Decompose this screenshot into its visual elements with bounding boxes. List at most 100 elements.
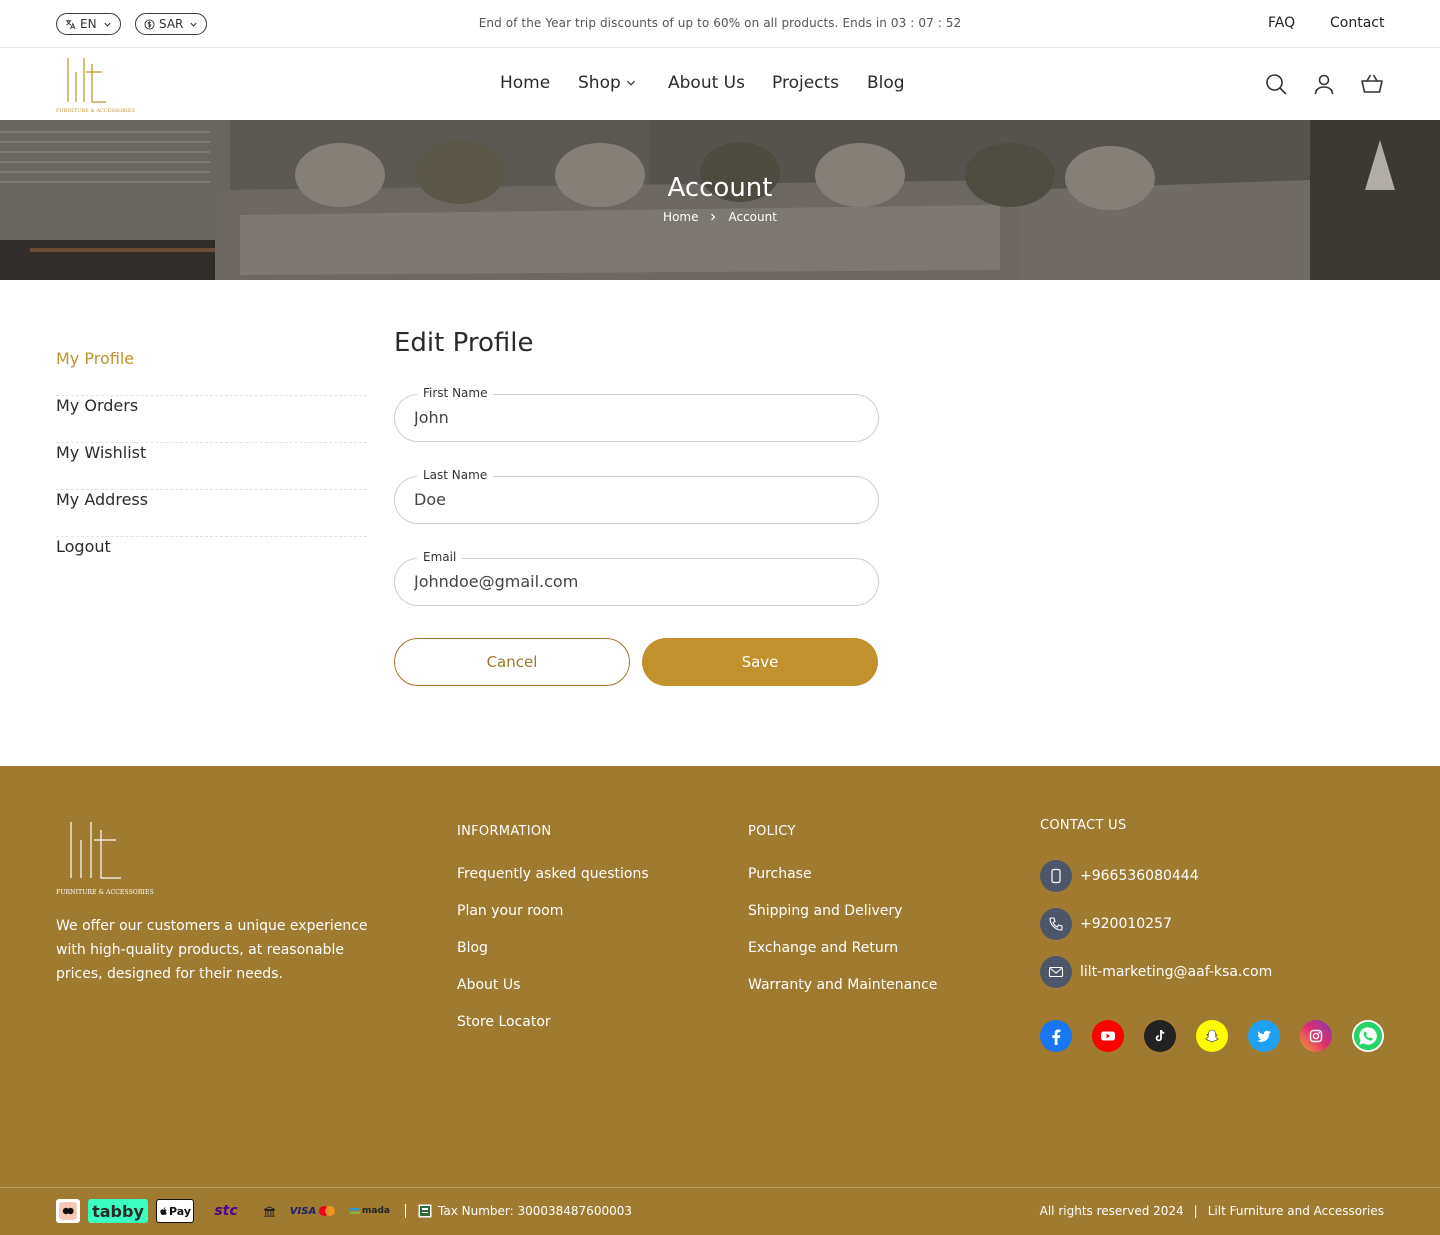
top-bar: EN SAR End of the Year trip discounts of… bbox=[0, 0, 1440, 48]
applepay-label: Pay bbox=[168, 1204, 192, 1218]
policy-heading: POLICY bbox=[748, 824, 796, 839]
nav-projects-label: Projects bbox=[772, 73, 840, 93]
footer-link-blog[interactable]: Blog bbox=[457, 940, 488, 956]
footer-link-exchange[interactable]: Exchange and Return bbox=[748, 940, 898, 956]
promo-banner: End of the Year trip discounts of up to … bbox=[478, 16, 962, 30]
footer-link-warranty[interactable]: Warranty and Maintenance bbox=[748, 977, 937, 993]
youtube-icon[interactable] bbox=[1092, 1020, 1124, 1052]
tax-number-text: Tax Number: 300038487600003 bbox=[438, 1204, 632, 1218]
payment-visa-icon: VISA bbox=[289, 1205, 317, 1217]
footer-link-purchase[interactable]: Purchase bbox=[748, 866, 812, 882]
tax-certificate-icon bbox=[418, 1204, 432, 1218]
sidebar-item-my-orders[interactable]: My Orders bbox=[56, 396, 367, 443]
last-name-field: Last Name bbox=[394, 468, 879, 524]
email-input[interactable] bbox=[414, 572, 854, 591]
chevron-right-icon bbox=[711, 213, 716, 221]
nav-blog[interactable]: Blog bbox=[867, 73, 905, 93]
footer-link-shipping[interactable]: Shipping and Delivery bbox=[748, 903, 902, 919]
sidebar-item-my-address[interactable]: My Address bbox=[56, 490, 367, 537]
svg-text:FURNITURE & ACCESSORIES: FURNITURE & ACCESSORIES bbox=[56, 889, 154, 896]
rights-text: All rights reserved 2024 bbox=[1039, 1204, 1184, 1218]
bank-icon bbox=[260, 1199, 278, 1223]
payment-mastercard-icon bbox=[316, 1199, 338, 1223]
mail-icon bbox=[1040, 956, 1072, 988]
information-heading: INFORMATION bbox=[457, 824, 552, 839]
page-hero: Account Home Account bbox=[0, 120, 1440, 280]
footer-link-about[interactable]: About Us bbox=[457, 977, 520, 993]
mada-label: mada bbox=[362, 1206, 390, 1216]
copyright: All rights reserved 2024 | Lilt Furnitur… bbox=[1040, 1204, 1384, 1218]
nav-blog-label: Blog bbox=[867, 73, 905, 93]
email-field: Email bbox=[394, 550, 879, 606]
contact-email[interactable]: lilt-marketing@aaf-ksa.com bbox=[1040, 956, 1272, 988]
contact-phone[interactable]: +920010257 bbox=[1040, 908, 1172, 940]
sidebar-item-label: My Address bbox=[56, 490, 149, 509]
payment-tamara-icon bbox=[56, 1199, 80, 1223]
contact-link[interactable]: Contact bbox=[1330, 15, 1384, 31]
save-button[interactable]: Save bbox=[642, 638, 878, 686]
chevron-down-icon bbox=[626, 80, 635, 86]
svg-text:FURNITURE & ACCESSORIES: FURNITURE & ACCESSORIES bbox=[56, 108, 136, 114]
payment-applepay-icon: Pay bbox=[156, 1199, 194, 1223]
tiktok-icon[interactable] bbox=[1144, 1020, 1176, 1052]
breadcrumb: Home Account bbox=[0, 210, 1440, 224]
site-footer: FURNITURE & ACCESSORIES We offer our cus… bbox=[0, 766, 1440, 1235]
twitter-icon[interactable] bbox=[1248, 1020, 1280, 1052]
brand-logo[interactable]: FURNITURE & ACCESSORIES bbox=[56, 54, 136, 114]
footer-link-faq[interactable]: Frequently asked questions bbox=[457, 866, 649, 882]
search-icon[interactable] bbox=[1264, 72, 1288, 96]
instagram-icon[interactable] bbox=[1300, 1020, 1332, 1052]
last-name-label: Last Name bbox=[417, 468, 494, 482]
nav-home-label: Home bbox=[500, 73, 551, 93]
footer-link-store-locator[interactable]: Store Locator bbox=[457, 1014, 551, 1030]
sidebar-item-label: My Orders bbox=[56, 396, 139, 415]
sidebar-item-my-wishlist[interactable]: My Wishlist bbox=[56, 443, 367, 490]
cart-icon[interactable] bbox=[1360, 72, 1384, 96]
nav-projects[interactable]: Projects bbox=[772, 73, 839, 93]
footer-link-plan-room[interactable]: Plan your room bbox=[457, 903, 563, 919]
first-name-field: First Name bbox=[394, 386, 879, 442]
sidebar-item-label: My Profile bbox=[56, 349, 135, 368]
tax-number: Tax Number: 300038487600003 bbox=[418, 1204, 632, 1218]
contact-heading: CONTACT US bbox=[1040, 818, 1127, 833]
first-name-input[interactable] bbox=[414, 408, 854, 427]
last-name-input[interactable] bbox=[414, 490, 854, 509]
contact-mobile[interactable]: +966536080444 bbox=[1040, 860, 1199, 892]
sidebar-item-label: Logout bbox=[56, 537, 111, 556]
footer-about-text: We offer our customers a unique experien… bbox=[56, 918, 368, 982]
contact-phone-text: +920010257 bbox=[1080, 916, 1172, 932]
payment-stcpay-icon: stc bbox=[214, 1203, 238, 1219]
sidebar-item-logout[interactable]: Logout bbox=[56, 537, 367, 584]
breadcrumb-home[interactable]: Home bbox=[663, 210, 698, 224]
separator bbox=[405, 1204, 406, 1218]
nav-home[interactable]: Home bbox=[500, 73, 550, 93]
cancel-button[interactable]: Cancel bbox=[394, 638, 630, 686]
nav-shop-label: Shop bbox=[578, 73, 621, 93]
user-icon[interactable] bbox=[1312, 72, 1336, 96]
nav-shop[interactable]: Shop bbox=[578, 73, 637, 93]
faq-link[interactable]: FAQ bbox=[1268, 15, 1295, 31]
footer-divider bbox=[0, 1187, 1440, 1188]
email-label: Email bbox=[417, 550, 463, 564]
nav-about-label: About Us bbox=[668, 73, 745, 93]
first-name-label: First Name bbox=[417, 386, 494, 400]
sidebar-item-label: My Wishlist bbox=[56, 443, 147, 462]
contact-email-text: lilt-marketing@aaf-ksa.com bbox=[1080, 964, 1273, 980]
main-header: FURNITURE & ACCESSORIES Home Shop About … bbox=[0, 48, 1440, 120]
form-title: Edit Profile bbox=[394, 328, 534, 358]
footer-logo[interactable]: FURNITURE & ACCESSORIES bbox=[56, 818, 156, 896]
separator: | bbox=[1193, 1204, 1198, 1218]
payment-mada-icon: mada bbox=[350, 1199, 390, 1223]
facebook-icon[interactable] bbox=[1040, 1020, 1072, 1052]
contact-mobile-text: +966536080444 bbox=[1080, 868, 1199, 884]
page-title: Account bbox=[667, 173, 773, 203]
nav-about[interactable]: About Us bbox=[668, 73, 745, 93]
breadcrumb-current: Account bbox=[728, 210, 777, 224]
mobile-icon bbox=[1040, 860, 1072, 892]
phone-icon bbox=[1040, 908, 1072, 940]
payment-tabby-icon: tabby bbox=[88, 1199, 148, 1223]
sidebar-item-my-profile[interactable]: My Profile bbox=[56, 349, 367, 396]
snapchat-icon[interactable] bbox=[1196, 1020, 1228, 1052]
whatsapp-icon[interactable] bbox=[1352, 1020, 1384, 1052]
company-name: Lilt Furniture and Accessories bbox=[1207, 1204, 1384, 1218]
